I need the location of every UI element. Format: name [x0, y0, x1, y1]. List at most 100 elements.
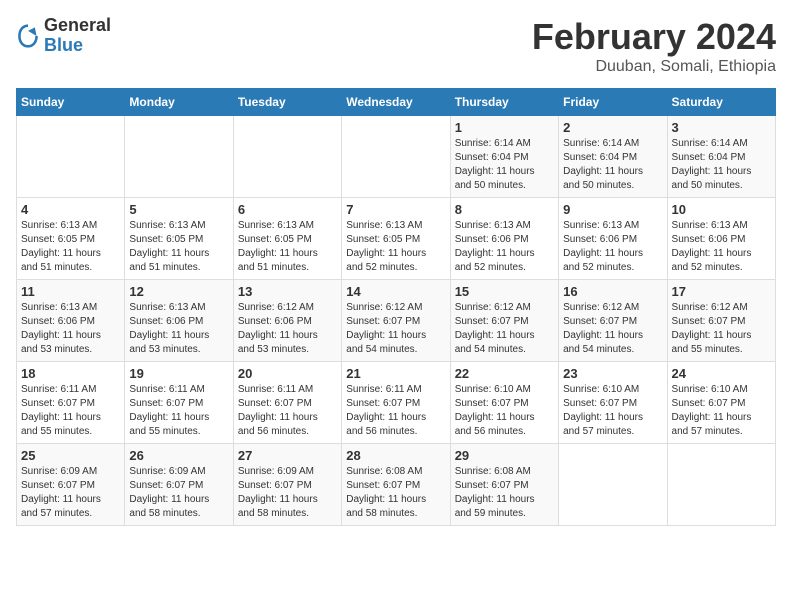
day-cell: 26 Sunrise: 6:09 AM Sunset: 6:07 PM Dayli…	[125, 444, 233, 526]
day-info: Sunrise: 6:10 AM Sunset: 6:07 PM Dayligh…	[563, 383, 662, 439]
day-cell: 24 Sunrise: 6:10 AM Sunset: 6:07 PM Dayli…	[667, 362, 775, 444]
day-info: Sunrise: 6:12 AM Sunset: 6:07 PM Dayligh…	[346, 301, 445, 357]
weekday-header-thursday: Thursday	[450, 89, 558, 116]
day-info: Sunrise: 6:13 AM Sunset: 6:06 PM Dayligh…	[672, 219, 771, 275]
day-cell: 8Sunrise: 6:13 AM Sunset: 6:06 PM Daylig…	[450, 198, 558, 280]
day-cell: 28Sunrise: 6:08 AM Sunset: 6:07 PM Dayli…	[342, 444, 450, 526]
day-cell	[559, 444, 667, 526]
weekday-header-wednesday: Wednesday	[342, 89, 450, 116]
day-number: 27	[238, 448, 337, 463]
day-cell: 14 Sunrise: 6:12 AM Sunset: 6:07 PM Dayli…	[342, 280, 450, 362]
day-info: Sunrise: 6:10 AM Sunset: 6:07 PM Dayligh…	[455, 383, 554, 439]
day-number: 12	[129, 284, 228, 299]
title-area: February 2024 Duuban, Somali, Ethiopia	[532, 16, 776, 76]
day-number: 25	[21, 448, 120, 463]
week-row-4: 25 Sunrise: 6:09 AM Sunset: 6:07 PM Dayli…	[17, 444, 776, 526]
day-cell: 25 Sunrise: 6:09 AM Sunset: 6:07 PM Dayli…	[17, 444, 125, 526]
day-info: Sunrise: 6:13 AM Sunset: 6:05 PM Dayligh…	[129, 219, 228, 275]
day-number: 21	[346, 366, 445, 381]
day-info: Sunrise: 6:13 AM Sunset: 6:06 PM Dayligh…	[129, 301, 228, 357]
day-info: Sunrise: 6:14 AM Sunset: 6:04 PM Dayligh…	[672, 137, 771, 193]
day-cell: 2 Sunrise: 6:14 AM Sunset: 6:04 PM Daylig…	[559, 116, 667, 198]
day-cell: 6Sunrise: 6:13 AM Sunset: 6:05 PM Daylig…	[233, 198, 341, 280]
logo-icon	[16, 24, 40, 48]
day-number: 9	[563, 202, 662, 217]
day-cell: 27 Sunrise: 6:09 AM Sunset: 6:07 PM Dayli…	[233, 444, 341, 526]
day-number: 26	[129, 448, 228, 463]
day-cell: 3 Sunrise: 6:14 AM Sunset: 6:04 PM Daylig…	[667, 116, 775, 198]
day-info: Sunrise: 6:11 AM Sunset: 6:07 PM Dayligh…	[129, 383, 228, 439]
week-row-1: 4Sunrise: 6:13 AM Sunset: 6:05 PM Daylig…	[17, 198, 776, 280]
day-number: 3	[672, 120, 771, 135]
day-cell: 18Sunrise: 6:11 AM Sunset: 6:07 PM Dayli…	[17, 362, 125, 444]
main-title: February 2024	[532, 16, 776, 58]
day-cell: 13 Sunrise: 6:12 AM Sunset: 6:06 PM Dayli…	[233, 280, 341, 362]
day-cell: 16 Sunrise: 6:12 AM Sunset: 6:07 PM Dayli…	[559, 280, 667, 362]
day-cell: 29 Sunrise: 6:08 AM Sunset: 6:07 PM Dayli…	[450, 444, 558, 526]
day-info: Sunrise: 6:12 AM Sunset: 6:07 PM Dayligh…	[672, 301, 771, 357]
day-cell: 4Sunrise: 6:13 AM Sunset: 6:05 PM Daylig…	[17, 198, 125, 280]
day-cell	[342, 116, 450, 198]
logo-general: General	[44, 15, 111, 35]
day-number: 7	[346, 202, 445, 217]
weekday-header-saturday: Saturday	[667, 89, 775, 116]
day-info: Sunrise: 6:11 AM Sunset: 6:07 PM Dayligh…	[238, 383, 337, 439]
subtitle: Duuban, Somali, Ethiopia	[532, 58, 776, 76]
day-number: 10	[672, 202, 771, 217]
day-info: Sunrise: 6:10 AM Sunset: 6:07 PM Dayligh…	[672, 383, 771, 439]
day-number: 24	[672, 366, 771, 381]
day-cell: 17 Sunrise: 6:12 AM Sunset: 6:07 PM Dayli…	[667, 280, 775, 362]
day-number: 13	[238, 284, 337, 299]
header: General Blue February 2024 Duuban, Somal…	[16, 16, 776, 76]
week-row-3: 18 Sunrise: 6:11 AM Sunset: 6:07 PM Dayli…	[17, 362, 776, 444]
logo-text: General Blue	[44, 16, 111, 56]
day-number: 23	[563, 366, 662, 381]
day-cell: 21 Sunrise: 6:11 AM Sunset: 6:07 PM Dayli…	[342, 362, 450, 444]
day-number: 14	[346, 284, 445, 299]
week-row-2: 11 Sunrise: 6:13 AM Sunset: 6:06 PM Dayli…	[17, 280, 776, 362]
weekday-header-tuesday: Tuesday	[233, 89, 341, 116]
day-cell: 10 Sunrise: 6:13 AM Sunset: 6:06 PM Dayli…	[667, 198, 775, 280]
day-info: Sunrise: 6:13 AM Sunset: 6:05 PM Dayligh…	[346, 219, 445, 275]
day-cell: 15Sunrise: 6:12 AM Sunset: 6:07 PM Dayli…	[450, 280, 558, 362]
day-info: Sunrise: 6:12 AM Sunset: 6:07 PM Dayligh…	[563, 301, 662, 357]
day-cell: 11 Sunrise: 6:13 AM Sunset: 6:06 PM Dayli…	[17, 280, 125, 362]
logo-blue: Blue	[44, 35, 83, 55]
day-cell: 9 Sunrise: 6:13 AM Sunset: 6:06 PM Daylig…	[559, 198, 667, 280]
day-cell: 22Sunrise: 6:10 AM Sunset: 6:07 PM Dayli…	[450, 362, 558, 444]
day-number: 20	[238, 366, 337, 381]
day-info: Sunrise: 6:09 AM Sunset: 6:07 PM Dayligh…	[21, 465, 120, 521]
day-cell	[125, 116, 233, 198]
weekday-header-sunday: Sunday	[17, 89, 125, 116]
day-info: Sunrise: 6:14 AM Sunset: 6:04 PM Dayligh…	[455, 137, 554, 193]
day-number: 18	[21, 366, 120, 381]
day-number: 29	[455, 448, 554, 463]
weekday-header-row: SundayMondayTuesdayWednesdayThursdayFrid…	[17, 89, 776, 116]
day-info: Sunrise: 6:13 AM Sunset: 6:05 PM Dayligh…	[238, 219, 337, 275]
logo: General Blue	[16, 16, 111, 56]
day-info: Sunrise: 6:12 AM Sunset: 6:07 PM Dayligh…	[455, 301, 554, 357]
day-info: Sunrise: 6:12 AM Sunset: 6:06 PM Dayligh…	[238, 301, 337, 357]
day-cell	[17, 116, 125, 198]
day-info: Sunrise: 6:13 AM Sunset: 6:06 PM Dayligh…	[21, 301, 120, 357]
day-cell: 23 Sunrise: 6:10 AM Sunset: 6:07 PM Dayli…	[559, 362, 667, 444]
day-info: Sunrise: 6:13 AM Sunset: 6:06 PM Dayligh…	[455, 219, 554, 275]
day-number: 17	[672, 284, 771, 299]
day-info: Sunrise: 6:13 AM Sunset: 6:05 PM Dayligh…	[21, 219, 120, 275]
day-number: 11	[21, 284, 120, 299]
day-info: Sunrise: 6:09 AM Sunset: 6:07 PM Dayligh…	[129, 465, 228, 521]
weekday-header-friday: Friday	[559, 89, 667, 116]
day-info: Sunrise: 6:08 AM Sunset: 6:07 PM Dayligh…	[455, 465, 554, 521]
day-number: 1	[455, 120, 554, 135]
day-number: 16	[563, 284, 662, 299]
day-cell: 19Sunrise: 6:11 AM Sunset: 6:07 PM Dayli…	[125, 362, 233, 444]
day-number: 28	[346, 448, 445, 463]
day-cell: 7 Sunrise: 6:13 AM Sunset: 6:05 PM Daylig…	[342, 198, 450, 280]
day-info: Sunrise: 6:13 AM Sunset: 6:06 PM Dayligh…	[563, 219, 662, 275]
day-cell	[667, 444, 775, 526]
day-cell: 12 Sunrise: 6:13 AM Sunset: 6:06 PM Dayli…	[125, 280, 233, 362]
day-info: Sunrise: 6:14 AM Sunset: 6:04 PM Dayligh…	[563, 137, 662, 193]
day-info: Sunrise: 6:09 AM Sunset: 6:07 PM Dayligh…	[238, 465, 337, 521]
day-number: 2	[563, 120, 662, 135]
day-info: Sunrise: 6:11 AM Sunset: 6:07 PM Dayligh…	[346, 383, 445, 439]
